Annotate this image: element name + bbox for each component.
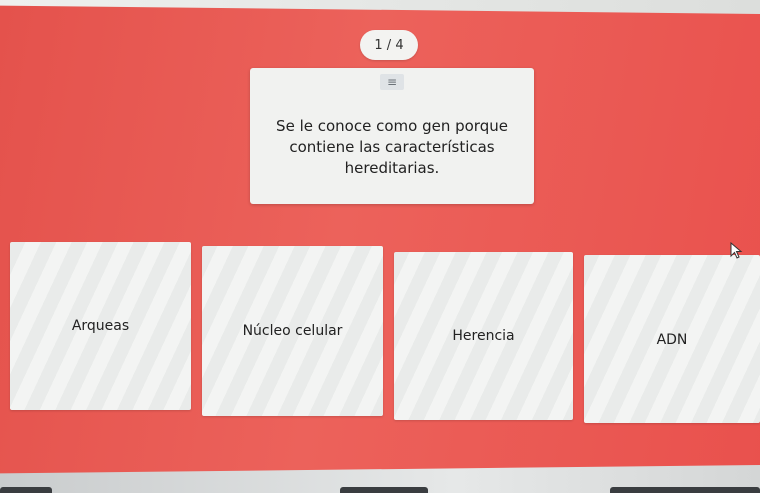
drag-handle-icon[interactable]: ≡ [380,74,404,90]
answer-option-label: Núcleo celular [242,323,343,339]
mouse-cursor-icon [730,242,743,259]
answer-option-arqueas[interactable]: Arqueas [10,242,191,410]
answer-option-label: ADN [656,332,688,348]
answer-option-label: Herencia [452,328,515,344]
answer-option-nucleo-celular[interactable]: Núcleo celular [202,246,383,416]
quiz-screen: 1 / 4 ≡ Se le conoce como gen porque con… [0,0,760,493]
question-card: ≡ Se le conoce como gen porque contiene … [250,68,534,204]
bottom-bar-right [610,487,760,493]
progress-text: 1 / 4 [374,37,404,53]
progress-indicator: 1 / 4 [360,30,418,60]
bottom-bar-center [340,487,428,493]
answer-option-herencia[interactable]: Herencia [394,252,573,420]
top-edge [0,0,760,14]
bottom-bar-left [0,487,52,493]
answer-option-label: Arqueas [71,318,130,334]
answer-option-adn[interactable]: ADN [584,255,760,423]
question-text: Se le conoce como gen porque contiene la… [276,117,508,177]
